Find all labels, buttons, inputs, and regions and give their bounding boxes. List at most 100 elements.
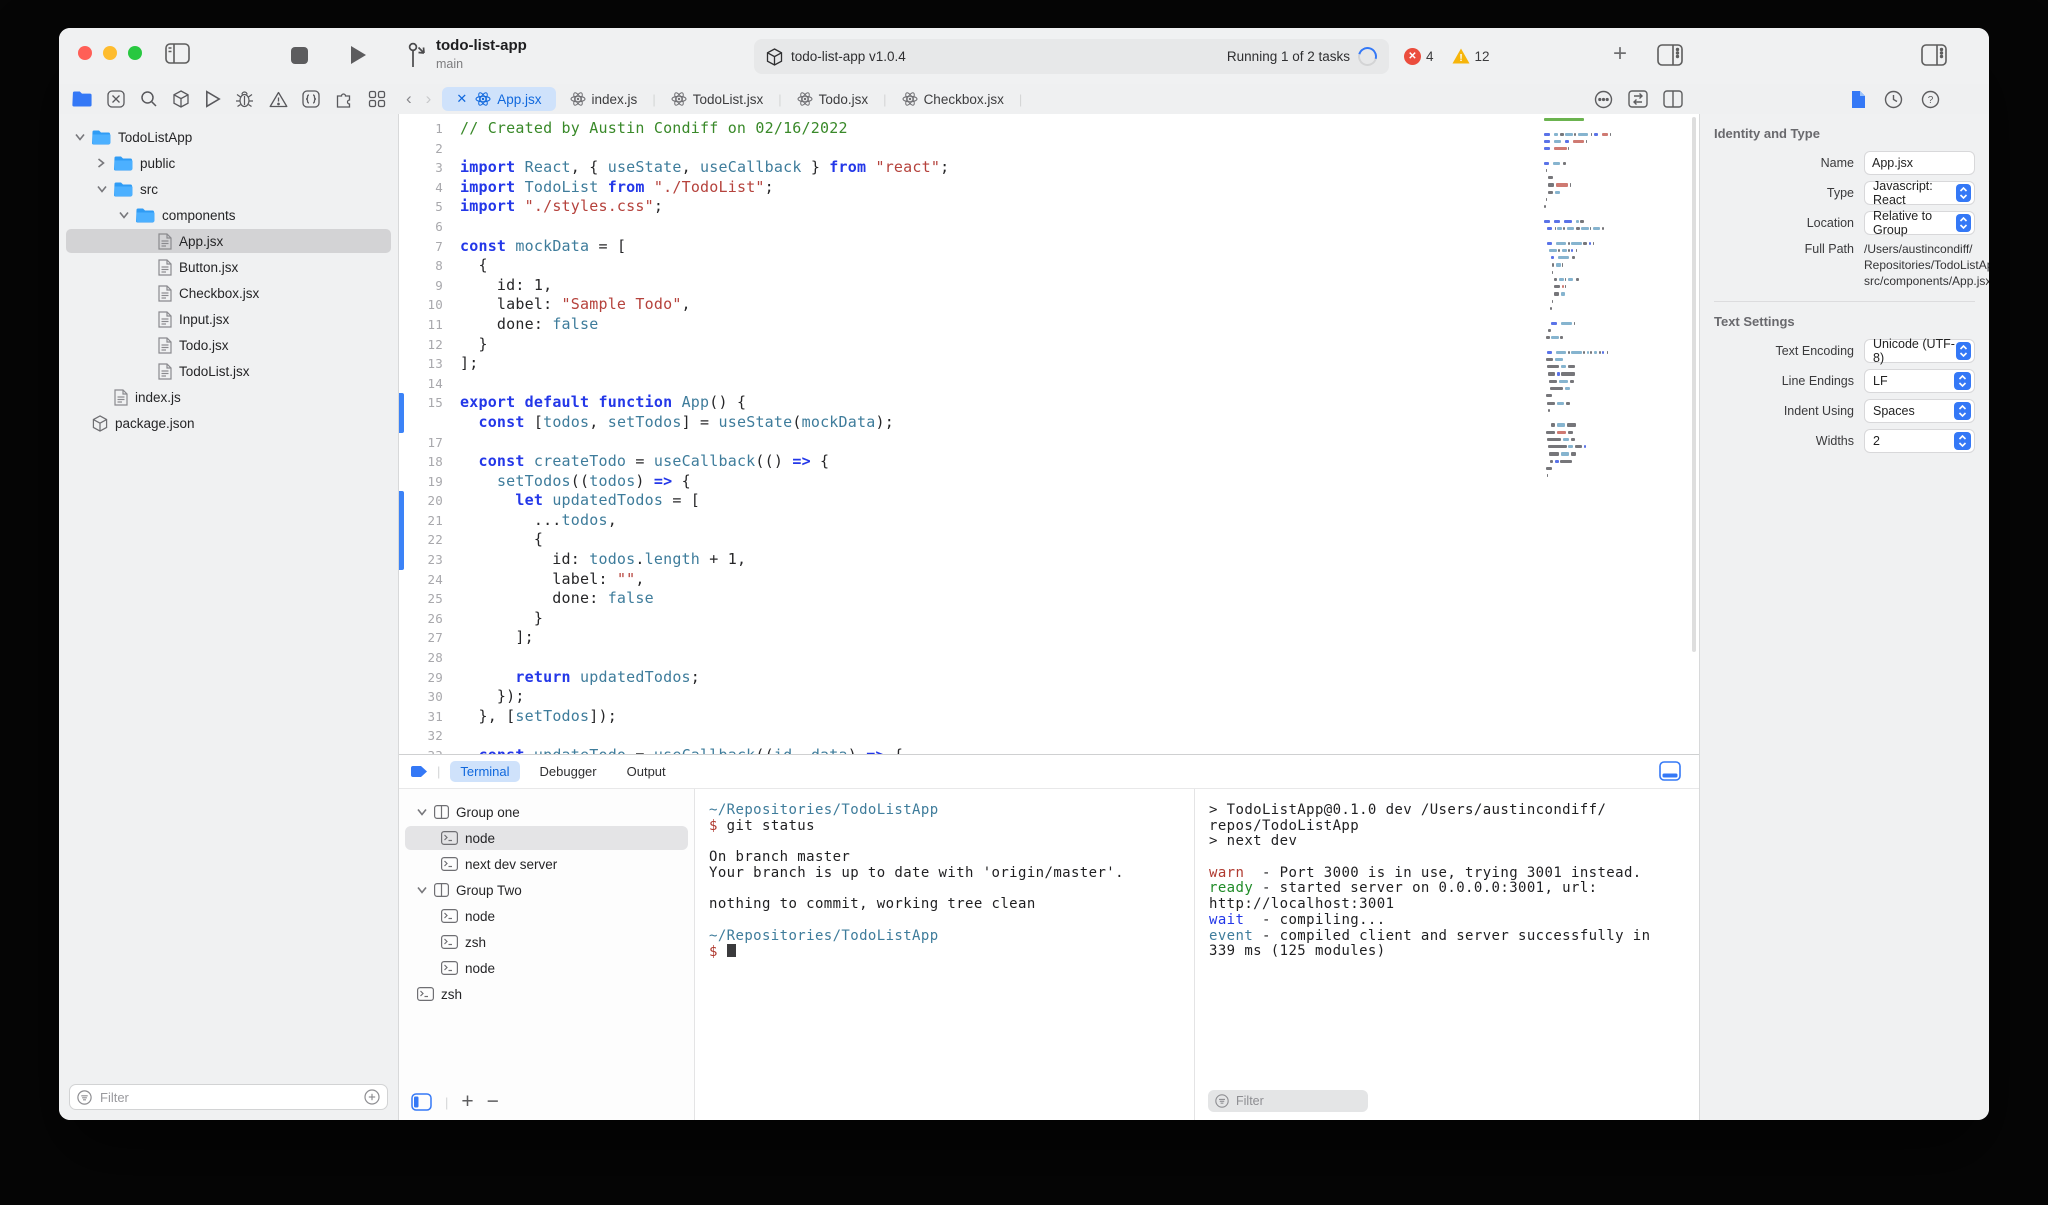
location-select[interactable]: Relative to Group <box>1864 209 1975 237</box>
error-badge[interactable]: ✕ 4 <box>1404 47 1434 65</box>
code-line[interactable]: 9 id: 1, <box>399 276 1699 296</box>
code-line[interactable]: 10 label: "Sample Todo", <box>399 295 1699 315</box>
code-line[interactable]: 30 }); <box>399 687 1699 707</box>
code-line[interactable]: 15 export default function App() { <box>399 393 1699 413</box>
run-button[interactable] <box>349 45 367 65</box>
code-line[interactable]: 17 <box>399 433 1699 453</box>
code-line[interactable]: 14 <box>399 374 1699 394</box>
terminal-session-item[interactable]: Group Two <box>399 877 694 903</box>
remove-terminal-button[interactable]: − <box>487 1091 499 1112</box>
zoom-window-button[interactable] <box>128 46 142 60</box>
toggle-right-sidebar-icon[interactable] <box>1921 44 1947 66</box>
editor-tab-Checkbox.jsx[interactable]: Checkbox.jsx <box>888 87 1018 111</box>
code-line[interactable]: 3 import React, { useState, useCallback }… <box>399 158 1699 178</box>
name-field[interactable]: App.jsx <box>1864 151 1975 175</box>
editor-tab-index.js[interactable]: index.js <box>556 87 652 111</box>
file-tree-item[interactable]: TodoList.jsx <box>59 358 398 384</box>
code-line[interactable]: 31 }, [setTodos]); <box>399 707 1699 727</box>
code-line[interactable]: 20 let updatedTodos = [ <box>399 491 1699 511</box>
disclosure-chevron-icon[interactable] <box>75 133 85 141</box>
toggle-utility-panel-icon[interactable] <box>1657 44 1683 66</box>
encoding-select[interactable]: Unicode (UTF-8) <box>1864 337 1975 365</box>
code-line[interactable]: 6 <box>399 217 1699 237</box>
stop-task-button[interactable] <box>291 47 308 64</box>
toggle-left-sidebar-icon[interactable] <box>165 43 190 64</box>
widths-select[interactable]: 2 <box>1864 429 1975 453</box>
editor-tab-Todo.jsx[interactable]: Todo.jsx <box>783 87 883 111</box>
add-tab-button[interactable]: + <box>1607 41 1633 67</box>
terminal-pane-2[interactable]: > TodoListApp@0.1.0 dev /Users/austincon… <box>1194 789 1699 1120</box>
hierarchy-navigator-icon[interactable] <box>368 90 386 108</box>
file-tree-item[interactable]: components <box>59 202 398 228</box>
code-line[interactable]: 32 <box>399 726 1699 746</box>
code-editor[interactable]: 1// Created by Austin Condiff on 02/16/2… <box>399 114 1699 754</box>
file-tree-item[interactable]: App.jsx <box>59 228 398 254</box>
debug-navigator-icon[interactable] <box>235 90 254 108</box>
code-line[interactable]: 33 const updateTodo = useCallback((id, d… <box>399 746 1699 754</box>
terminal-filter-input[interactable] <box>1234 1093 1338 1109</box>
history-inspector-icon[interactable] <box>1884 90 1903 109</box>
code-line[interactable]: 28 <box>399 648 1699 668</box>
files-navigator-icon[interactable] <box>72 91 93 107</box>
code-line[interactable]: 13]; <box>399 354 1699 374</box>
disclosure-chevron-icon[interactable] <box>417 886 427 894</box>
editor-tab-TodoList.jsx[interactable]: TodoList.jsx <box>657 87 778 111</box>
tab-output[interactable]: Output <box>617 761 676 782</box>
file-tree-item[interactable]: public <box>59 150 398 176</box>
file-inspector-icon[interactable] <box>1851 90 1866 109</box>
terminal-session-item[interactable]: node <box>399 825 694 851</box>
terminal-session-item[interactable]: node <box>399 955 694 981</box>
toggle-bottom-panel-icon[interactable] <box>1659 761 1681 781</box>
file-tree-item[interactable]: Button.jsx <box>59 254 398 280</box>
symbols-navigator-icon[interactable] <box>302 90 320 108</box>
disclosure-chevron-icon[interactable] <box>417 808 427 816</box>
code-line[interactable]: 27 ]; <box>399 628 1699 648</box>
minimize-window-button[interactable] <box>103 46 117 60</box>
code-line[interactable]: 22 { <box>399 530 1699 550</box>
disclosure-chevron-icon[interactable] <box>97 158 107 168</box>
code-line[interactable]: 19 setTodos((todos) => { <box>399 472 1699 492</box>
file-tree-item[interactable]: index.js <box>59 384 398 410</box>
code-line[interactable]: 7 const mockData = [ <box>399 237 1699 257</box>
source-control-navigator-icon[interactable] <box>107 90 126 108</box>
terminal-session-item[interactable]: node <box>399 903 694 929</box>
more-options-icon[interactable] <box>1594 90 1613 109</box>
file-tree-item[interactable]: Checkbox.jsx <box>59 280 398 306</box>
filter-add-icon[interactable] <box>364 1089 380 1105</box>
file-tree-item[interactable]: package.json <box>59 410 398 436</box>
terminal-session-item[interactable]: zsh <box>399 981 694 1007</box>
package-navigator-icon[interactable] <box>172 90 190 108</box>
warning-badge[interactable]: ! 12 <box>1452 48 1490 64</box>
swap-editor-icon[interactable] <box>1628 90 1648 108</box>
disclosure-chevron-icon[interactable] <box>119 211 129 219</box>
activity-status-bar[interactable]: todo-list-app v1.0.4 Running 1 of 2 task… <box>754 39 1389 74</box>
file-tree-item[interactable]: Input.jsx <box>59 306 398 332</box>
editor-scrollbar[interactable] <box>1692 117 1696 652</box>
code-line[interactable]: 12 } <box>399 335 1699 355</box>
file-tree-item[interactable]: Todo.jsx <box>59 332 398 358</box>
extensions-navigator-icon[interactable] <box>335 91 354 108</box>
navigator-filter-input[interactable] <box>98 1088 358 1106</box>
search-navigator-icon[interactable] <box>140 90 158 108</box>
issues-navigator-icon[interactable] <box>269 91 288 108</box>
type-select[interactable]: Javascript: React <box>1864 179 1975 207</box>
close-tab-icon[interactable]: ✕ <box>456 91 467 107</box>
code-line[interactable]: 5 import "./styles.css"; <box>399 197 1699 217</box>
lineendings-select[interactable]: LF <box>1864 369 1975 393</box>
code-line[interactable]: 1// Created by Austin Condiff on 02/16/2… <box>399 119 1699 139</box>
close-window-button[interactable] <box>78 46 92 60</box>
tab-debugger[interactable]: Debugger <box>530 761 607 782</box>
terminal-session-item[interactable]: next dev server <box>399 851 694 877</box>
history-forward-button[interactable]: › <box>419 89 439 109</box>
code-line[interactable]: 8 { <box>399 256 1699 276</box>
tab-terminal[interactable]: Terminal <box>450 761 520 782</box>
code-line[interactable]: 26 } <box>399 609 1699 629</box>
help-inspector-icon[interactable]: ? <box>1921 90 1940 109</box>
code-line[interactable]: 21 ...todos, <box>399 511 1699 531</box>
code-line[interactable]: 18 const createTodo = useCallback(() => … <box>399 452 1699 472</box>
code-line[interactable]: 23 id: todos.length + 1, <box>399 550 1699 570</box>
history-back-button[interactable]: ‹ <box>399 89 419 109</box>
code-line[interactable]: 29 return updatedTodos; <box>399 668 1699 688</box>
run-navigator-icon[interactable] <box>205 90 221 108</box>
editor-tab-App.jsx[interactable]: ✕ App.jsx <box>442 87 556 111</box>
